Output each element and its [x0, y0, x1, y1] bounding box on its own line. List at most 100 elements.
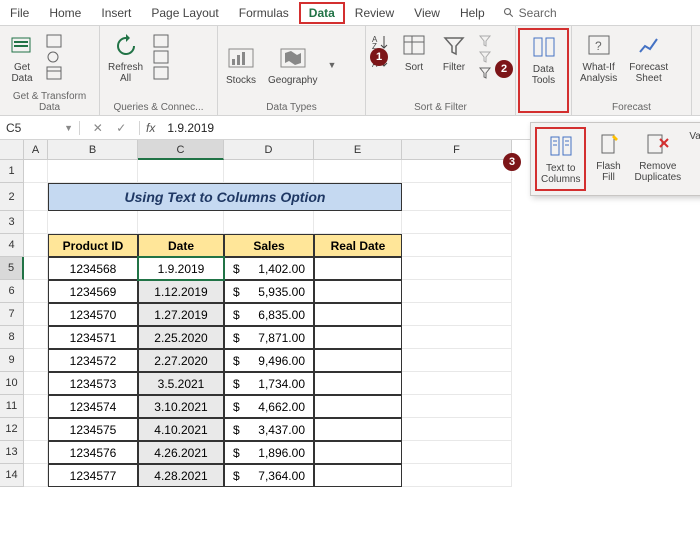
col-header-B[interactable]: B	[48, 140, 138, 160]
row-header-2[interactable]: 2	[0, 183, 24, 211]
cell-real[interactable]	[314, 441, 402, 464]
filter-button[interactable]: Filter	[438, 30, 470, 75]
cell-real[interactable]	[314, 464, 402, 487]
flash-fill-button[interactable]: Flash Fill	[590, 127, 626, 191]
cell-sales[interactable]: $7,871.00	[224, 326, 314, 349]
cell-pid[interactable]: 1234568	[48, 257, 138, 280]
cell-sales[interactable]: $5,935.00	[224, 280, 314, 303]
row-header-8[interactable]: 8	[0, 326, 24, 349]
cell-real[interactable]	[314, 349, 402, 372]
tab-review[interactable]: Review	[345, 2, 404, 24]
col-header-E[interactable]: E	[314, 140, 402, 160]
row-header-4[interactable]: 4	[0, 234, 24, 257]
advanced-icon[interactable]	[478, 66, 494, 80]
cell-sales[interactable]: $1,896.00	[224, 441, 314, 464]
cell-sales[interactable]: $6,835.00	[224, 303, 314, 326]
cell-date[interactable]: 4.10.2021	[138, 418, 224, 441]
row-header-14[interactable]: 14	[0, 464, 24, 487]
cell-sales[interactable]: $1,402.00	[224, 257, 314, 280]
properties-icon[interactable]	[153, 50, 169, 64]
cell-pid[interactable]: 1234573	[48, 372, 138, 395]
col-header-C[interactable]: C	[138, 140, 224, 160]
cell-real[interactable]	[314, 257, 402, 280]
cell-sales[interactable]: $4,662.00	[224, 395, 314, 418]
row-header-9[interactable]: 9	[0, 349, 24, 372]
tab-page-layout[interactable]: Page Layout	[141, 2, 228, 24]
from-table-icon[interactable]	[46, 66, 62, 80]
from-text-icon[interactable]	[46, 34, 62, 48]
row-header-10[interactable]: 10	[0, 372, 24, 395]
cell-date[interactable]: 1.12.2019	[138, 280, 224, 303]
chevron-down-icon[interactable]: ▼	[328, 60, 337, 70]
col-header-F[interactable]: F	[402, 140, 512, 160]
tab-help[interactable]: Help	[450, 2, 495, 24]
cell-real[interactable]	[314, 395, 402, 418]
tab-formulas[interactable]: Formulas	[229, 2, 299, 24]
row-header-13[interactable]: 13	[0, 441, 24, 464]
header-product-id[interactable]: Product ID	[48, 234, 138, 257]
tab-file[interactable]: File	[0, 2, 39, 24]
cell-pid[interactable]: 1234570	[48, 303, 138, 326]
edit-links-icon[interactable]	[153, 66, 169, 80]
title-cell[interactable]: Using Text to Columns Option	[48, 183, 402, 211]
row-header-3[interactable]: 3	[0, 211, 24, 234]
clear-filter-icon[interactable]	[478, 34, 494, 48]
cell-date[interactable]: 1.27.2019	[138, 303, 224, 326]
cell-real[interactable]	[314, 418, 402, 441]
cell-real[interactable]	[314, 303, 402, 326]
tab-home[interactable]: Home	[39, 2, 91, 24]
cell-real[interactable]	[314, 280, 402, 303]
header-date[interactable]: Date	[138, 234, 224, 257]
refresh-all-button[interactable]: Refresh All	[106, 30, 145, 86]
cell-pid[interactable]: 1234575	[48, 418, 138, 441]
name-box-dropdown-icon[interactable]: ▼	[64, 123, 73, 133]
formula-value[interactable]: 1.9.2019	[161, 121, 220, 135]
enter-icon[interactable]: ✓	[116, 121, 126, 135]
cell-sales[interactable]: $1,734.00	[224, 372, 314, 395]
row-header-11[interactable]: 11	[0, 395, 24, 418]
cell-pid[interactable]: 1234577	[48, 464, 138, 487]
get-data-button[interactable]: Get Data	[6, 30, 38, 86]
reapply-icon[interactable]	[478, 50, 494, 64]
cell-date[interactable]: 4.28.2021	[138, 464, 224, 487]
data-validation-button[interactable]: Val	[689, 127, 700, 191]
remove-duplicates-button[interactable]: Remove Duplicates	[630, 127, 685, 191]
search-box[interactable]: Search	[503, 6, 557, 20]
row-header-1[interactable]: 1	[0, 160, 24, 183]
header-sales[interactable]: Sales	[224, 234, 314, 257]
cell-sales[interactable]: $7,364.00	[224, 464, 314, 487]
geography-button[interactable]: Geography	[266, 43, 319, 88]
col-header-A[interactable]: A	[24, 140, 48, 160]
cell-sales[interactable]: $9,496.00	[224, 349, 314, 372]
cell-date-selected[interactable]: 1.9.2019	[138, 257, 224, 280]
cancel-icon[interactable]: ✕	[93, 121, 103, 135]
cell-pid[interactable]: 1234576	[48, 441, 138, 464]
cell-date[interactable]: 2.27.2020	[138, 349, 224, 372]
from-web-icon[interactable]	[46, 50, 62, 64]
cell-pid[interactable]: 1234574	[48, 395, 138, 418]
cell-pid[interactable]: 1234572	[48, 349, 138, 372]
text-to-columns-button[interactable]: Text to Columns	[535, 127, 586, 191]
data-tools-button[interactable]: Data Tools	[522, 32, 565, 88]
row-header-7[interactable]: 7	[0, 303, 24, 326]
what-if-button[interactable]: ? What-If Analysis	[578, 30, 619, 86]
tab-view[interactable]: View	[404, 2, 450, 24]
cell-date[interactable]: 3.10.2021	[138, 395, 224, 418]
sort-button[interactable]: Sort	[398, 30, 430, 75]
cell-date[interactable]: 4.26.2021	[138, 441, 224, 464]
col-header-D[interactable]: D	[224, 140, 314, 160]
cell-real[interactable]	[314, 326, 402, 349]
forecast-sheet-button[interactable]: Forecast Sheet	[627, 30, 670, 86]
select-all-corner[interactable]	[0, 140, 24, 160]
cell-date[interactable]: 2.25.2020	[138, 326, 224, 349]
row-header-5[interactable]: 5	[0, 257, 24, 280]
queries-icon[interactable]	[153, 34, 169, 48]
cell-real[interactable]	[314, 372, 402, 395]
tab-insert[interactable]: Insert	[91, 2, 141, 24]
tab-data[interactable]: Data	[299, 2, 345, 24]
header-real-date[interactable]: Real Date	[314, 234, 402, 257]
cell-pid[interactable]: 1234569	[48, 280, 138, 303]
cell-sales[interactable]: $3,437.00	[224, 418, 314, 441]
stocks-button[interactable]: Stocks	[224, 43, 258, 88]
row-header-12[interactable]: 12	[0, 418, 24, 441]
